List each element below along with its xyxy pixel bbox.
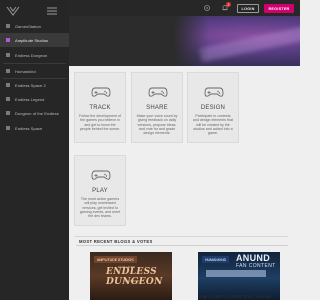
hero-banner: [69, 16, 300, 66]
register-button[interactable]: REGISTER: [264, 4, 294, 13]
sidebar-item-label: Endless Space 2: [15, 82, 46, 88]
logo-icon[interactable]: [6, 6, 20, 16]
login-button[interactable]: LOGIN: [237, 4, 259, 13]
sidebar-item-endless-space[interactable]: Endless Space: [0, 121, 69, 135]
endless-space-icon: [1, 121, 15, 135]
post-subtitle: FAN CONTENT: [236, 263, 276, 269]
gamepad-icon: [148, 87, 168, 97]
sidebar-item-label: Dungeon of the Endless: [15, 110, 59, 116]
humankind-icon: [1, 64, 15, 78]
collapse-menu-icon[interactable]: [46, 6, 58, 16]
section-underline: [76, 245, 288, 246]
post-title: ANUND: [236, 253, 270, 263]
post-tag: HUMANKIND: [202, 256, 230, 263]
post-caption[interactable]: Map Creation Contest: New Countries: [199, 294, 289, 299]
gamepad-icon: [91, 170, 111, 180]
feature-card-track: TRACK Follow the development of the game…: [74, 72, 126, 143]
post-title: ENDLESS DUNGEON: [106, 267, 163, 287]
blog-post-thumbnail[interactable]: HUMANKIND ANUND FAN CONTENT: [198, 252, 280, 300]
gamepad-icon: [91, 87, 111, 97]
card-title: DESIGN: [200, 105, 226, 111]
post-subtitle: DEV BLOG: [124, 279, 142, 283]
amplitude-icon: [1, 33, 15, 47]
card-description: The most active gamers will play unrelea…: [79, 197, 121, 219]
sidebar-item-endless-legend[interactable]: Endless Legend: [0, 92, 69, 106]
hero-light-streak: [198, 23, 300, 63]
sidebar-item-dungeon-of-the-endless[interactable]: Dungeon of the Endless: [0, 106, 69, 120]
card-title: SHARE: [146, 105, 168, 111]
feature-card-play: PLAY The most active gamers will play un…: [74, 155, 126, 226]
section-title: MOST RECENT BLOGS & VOTES: [79, 239, 153, 244]
gamesstation-icon: [1, 19, 15, 33]
blog-post-thumbnail[interactable]: AMPLITUDE STUDIOS ENDLESS ENDLESS DUNGEO…: [90, 252, 172, 300]
hero-shade: [69, 16, 209, 66]
card-description: Participate in contests and design eleme…: [192, 114, 234, 136]
endless-dungeon-icon: [1, 48, 15, 62]
feature-card-share: SHARE Make your voice count by giving fe…: [131, 72, 183, 143]
sidebar-item-amplitude-studios[interactable]: Amplitude Studios: [0, 33, 69, 47]
feature-card-design: DESIGN Participate in contests and desig…: [187, 72, 239, 143]
gamepad-icon: [204, 87, 224, 97]
notification-badge: 2: [226, 2, 231, 7]
card-description: Follow the development of the games you …: [79, 114, 121, 131]
endless-space-2-icon: [1, 78, 15, 92]
card-title: PLAY: [92, 188, 108, 194]
settings-icon[interactable]: [203, 4, 211, 12]
sidebar-item-humankind[interactable]: Humankind: [0, 64, 69, 78]
sidebar-item-endless-dungeon[interactable]: Endless Dungeon: [0, 48, 69, 62]
sidebar-item-label: Endless Space: [15, 125, 43, 131]
sidebar-item-endless-space-2[interactable]: Endless Space 2: [0, 78, 69, 92]
post-tag: AMPLITUDE STUDIOS: [94, 256, 137, 263]
sidebar-item-label: GamesStation: [15, 23, 41, 29]
endless-legend-icon: [1, 92, 15, 106]
thumbnail-decor: [206, 270, 266, 277]
section-divider: [74, 236, 288, 237]
sidebar-item-label: Endless Dungeon: [15, 52, 48, 58]
sidebar: GamesStation Amplitude Studios Endless D…: [0, 0, 69, 300]
dungeon-of-the-endless-icon: [1, 106, 15, 120]
sidebar-item-label: Humankind: [15, 68, 36, 74]
card-description: Make your voice count by giving feedback…: [136, 114, 178, 136]
sidebar-item-label: Amplitude Studios: [15, 37, 49, 43]
sidebar-item-gamesstation[interactable]: GamesStation: [0, 19, 69, 33]
card-title: TRACK: [89, 105, 111, 111]
sidebar-item-label: Endless Legend: [15, 96, 45, 102]
